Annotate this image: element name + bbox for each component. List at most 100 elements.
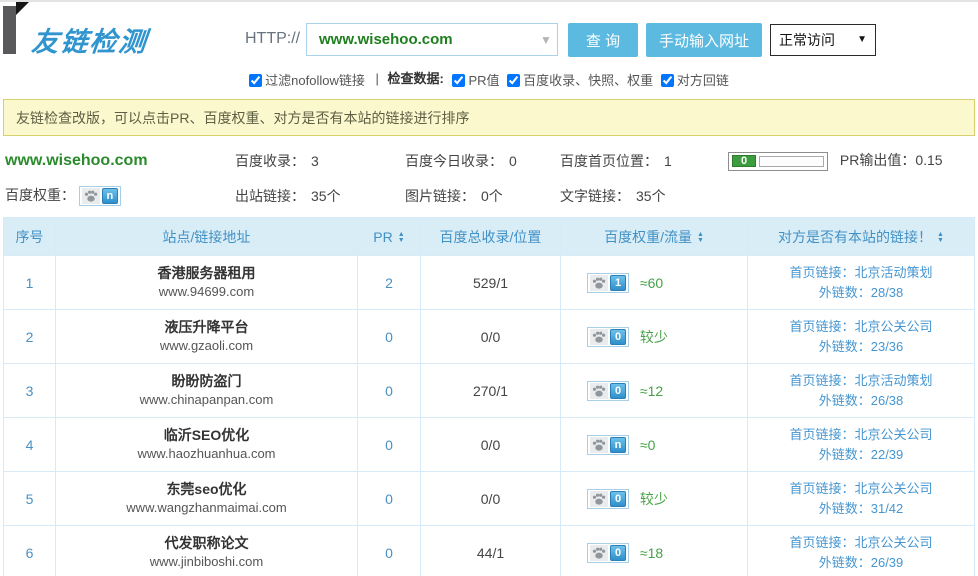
site-name: 香港服务器租用 [56,264,357,283]
table-row: 3 盼盼防盗门 www.chinapanpan.com 0 270/1 0 ≈1… [4,364,975,418]
pr-value: 0 [358,364,421,418]
site-name: 东莞seo优化 [56,480,357,499]
weight-cell: 1 ≈60 [561,256,748,310]
backlink-checkbox[interactable] [661,74,674,87]
outlink-count[interactable]: 22/39 [871,447,904,462]
baidu-total: 529/1 [421,256,561,310]
baidu-weight-badge: 0 [587,327,629,347]
backlink-cell: 首页链接：北京活动策划 外链数：28/38 [748,256,975,310]
baidu-total: 0/0 [421,418,561,472]
outlink-count[interactable]: 28/38 [871,285,904,300]
homepage-link[interactable]: 北京活动策划 [855,265,933,280]
weight-estimate: 较少 [640,491,668,507]
filter-nofollow-checkbox[interactable] [249,74,262,87]
weight-cell: n ≈0 [561,418,748,472]
weight-estimate: 较少 [640,329,668,345]
table-header-row: 序号 站点/链接地址 PR 百度总收录/位置 百度权重/流量 对方是否有本站的链… [4,218,975,256]
baidu-total: 270/1 [421,364,561,418]
summary-baidu-today: 百度今日收录： 0 [405,151,560,171]
baidu-weight-label: 百度权重： [5,187,75,203]
weight-estimate: ≈18 [640,545,663,561]
outlink-count[interactable]: 23/36 [871,339,904,354]
outlink-count[interactable]: 26/39 [871,555,904,570]
baidu-weight-badge: n [79,186,121,206]
site-url: www.jinbiboshi.com [56,553,357,571]
homepage-link-label: 首页链接： [789,373,854,388]
image-links-value: 0个 [481,188,503,204]
paw-icon [590,437,608,453]
url-input[interactable] [307,31,535,48]
baidu-weight-badge: n [587,435,629,455]
outlink-count[interactable]: 31/42 [871,501,904,516]
weight-cell: 0 ≈12 [561,364,748,418]
weight-estimate: ≈0 [640,437,655,453]
header-num: 序号 [4,218,56,256]
weight-estimate: ≈60 [640,275,663,291]
filter-nofollow-option: 过滤nofollow链接 [249,73,368,88]
site-name: 临沂SEO优化 [56,426,357,445]
weight-value-badge: n [610,437,626,453]
table-row: 6 代发职称论文 www.jinbiboshi.com 0 44/1 0 ≈18… [4,526,975,576]
baidu-home-pos-value: 1 [664,153,672,169]
paw-icon [590,545,608,561]
header-weight[interactable]: 百度权重/流量 [561,218,748,256]
homepage-link[interactable]: 北京公关公司 [855,427,933,442]
sort-icon[interactable] [937,232,944,244]
sort-icon[interactable] [398,232,405,244]
weight-cell: 0 较少 [561,472,748,526]
url-history-caret-icon[interactable]: ▼ [535,33,557,47]
link-table: 序号 站点/链接地址 PR 百度总收录/位置 百度权重/流量 对方是否有本站的链… [3,217,975,576]
site-cell: 液压升降平台 www.gzaoli.com [56,310,358,364]
check-data-label: 检查数据: [388,71,444,86]
summary-image-links: 图片链接：0个 [405,186,560,206]
query-button[interactable]: 查 询 [568,23,638,57]
pr-bar-badge: 0 [732,155,756,167]
homepage-link[interactable]: 北京公关公司 [855,535,933,550]
protocol-label: HTTP:// [245,30,300,48]
pr-option: PR值 [452,73,503,88]
paw-icon [590,329,608,345]
pr-output-bar: 0 [728,152,828,171]
access-mode-select-box: 正常访问 ▼ [770,24,876,56]
app-logo: 友链检测 [30,20,150,59]
pr-output-label: PR输出值： [840,152,915,168]
sort-icon[interactable] [697,232,704,244]
outlink-label: 外链数： [819,339,871,354]
weight-cell: 0 ≈18 [561,526,748,576]
summary-outbound: 出站链接：35个 [235,186,405,206]
homepage-link[interactable]: 北京公关公司 [855,319,933,334]
pr-value: 2 [358,256,421,310]
site-summary: www.wisehoo.com 百度收录：3 百度今日收录：0 百度首页位置：1… [5,143,975,213]
text-links-value: 35个 [636,188,666,204]
outlink-label: 外链数： [819,447,871,462]
header-pr[interactable]: PR [358,218,421,256]
notice-text: 友链检查改版，可以点击PR、百度权重、对方是否有本站的链接进行排序 [16,108,469,128]
baidu-weight-badge: 0 [587,489,629,509]
manual-input-button[interactable]: 手动输入网址 [646,23,762,57]
baidu-weight-badge: 0 [587,543,629,563]
backlink-cell: 首页链接：北京公关公司 外链数：31/42 [748,472,975,526]
weight-value-badge: n [102,188,118,204]
text-links-label: 文字链接： [560,188,630,204]
homepage-link[interactable]: 北京活动策划 [855,373,933,388]
outlink-label: 外链数： [819,555,871,570]
site-cell: 东莞seo优化 www.wangzhanmaimai.com [56,472,358,526]
outlink-count[interactable]: 26/38 [871,393,904,408]
top-bar: 友链检测 HTTP:// ▼ 查 询 手动输入网址 正常访问 ▼ [0,2,978,64]
baidu-today-value: 0 [509,153,517,169]
pr-option-label: PR值 [468,73,499,88]
backlink-cell: 首页链接：北京公关公司 外链数：23/36 [748,310,975,364]
baidu-data-checkbox[interactable] [507,74,520,87]
baidu-weight-badge: 1 [587,273,629,293]
outlink-label: 外链数： [819,285,871,300]
paw-icon [82,188,100,204]
link-table-wrap: 序号 站点/链接地址 PR 百度总收录/位置 百度权重/流量 对方是否有本站的链… [3,217,975,576]
pr-checkbox[interactable] [452,74,465,87]
baidu-today-label: 百度今日收录： [405,153,503,169]
homepage-link[interactable]: 北京公关公司 [855,481,933,496]
row-number: 4 [4,418,56,472]
site-cell: 盼盼防盗门 www.chinapanpan.com [56,364,358,418]
header-backlink[interactable]: 对方是否有本站的链接！ [748,218,975,256]
access-mode-select[interactable]: 正常访问 [771,25,875,55]
summary-text-links: 文字链接： 35个 [560,186,728,206]
